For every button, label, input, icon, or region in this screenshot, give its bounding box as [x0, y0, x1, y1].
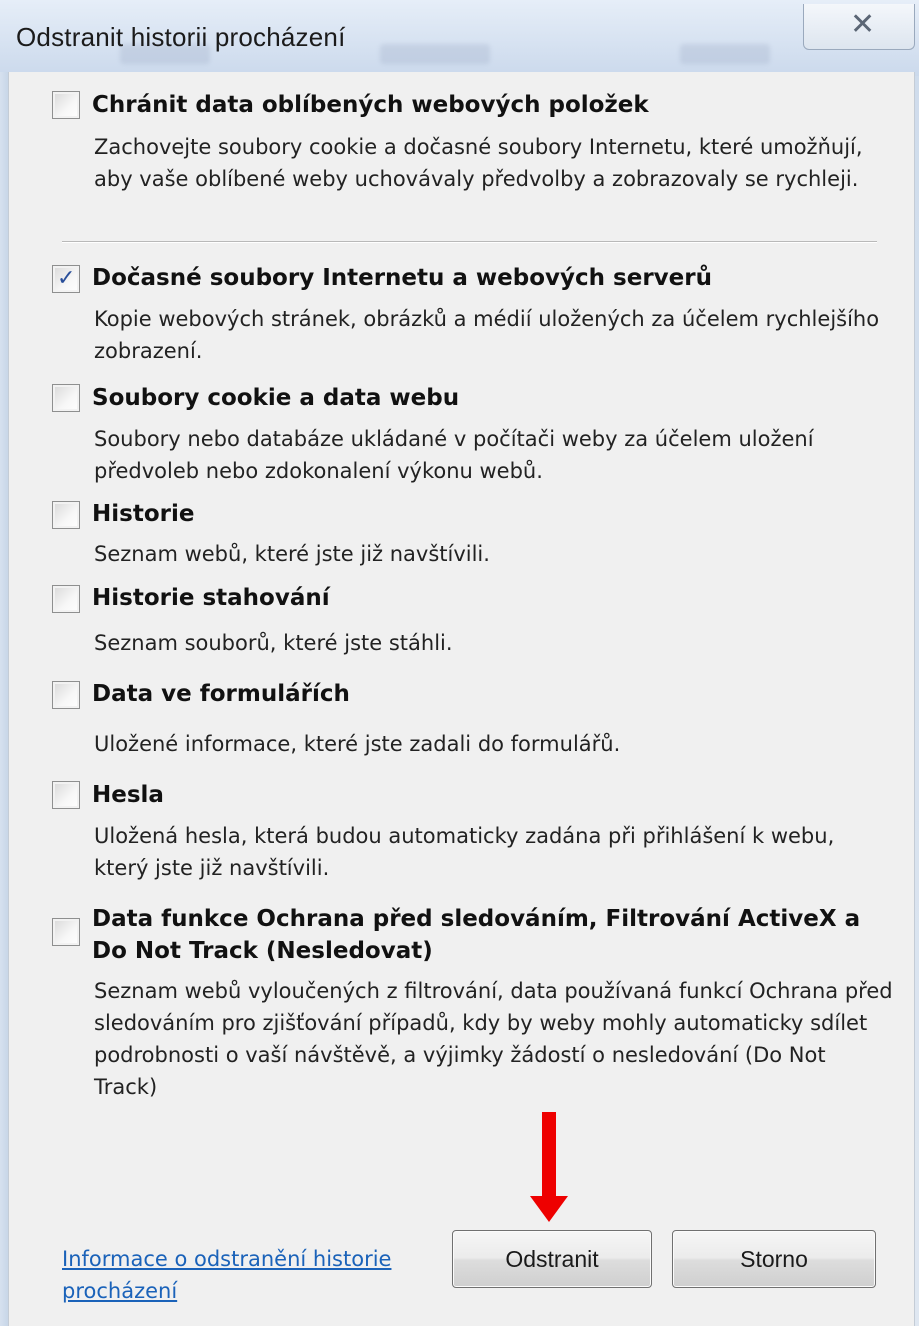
checkbox-history[interactable]: [52, 501, 80, 529]
option-title-temporary-files: Dočasné soubory Internetu a webových ser…: [92, 265, 712, 291]
delete-button[interactable]: Odstranit: [452, 1230, 652, 1288]
checkbox-preserve-favorites[interactable]: [52, 91, 80, 119]
option-title-cookies: Soubory cookie a data webu: [92, 385, 460, 411]
option-title-passwords: Hesla: [92, 782, 164, 808]
checkbox-form-data[interactable]: [52, 681, 80, 709]
checkbox-download-history[interactable]: [52, 585, 80, 613]
checkbox-passwords[interactable]: [52, 781, 80, 809]
option-desc-form-data: Uložené informace, které jste zadali do …: [94, 732, 621, 756]
option-title-tracking-protection: Data funkce Ochrana před sledováním, Fil…: [92, 906, 861, 964]
option-desc-download-history: Seznam souborů, které jste stáhli.: [94, 631, 453, 655]
delete-browsing-history-dialog: Odstranit historii procházení ✕ Chránit …: [0, 0, 919, 1326]
separator: [62, 241, 877, 243]
window-frame: [0, 72, 8, 1326]
option-desc-cookies: Soubory nebo databáze ukládané v počítač…: [94, 427, 814, 483]
help-link[interactable]: Informace o odstranění historie procháze…: [62, 1243, 442, 1307]
checkbox-temporary-files[interactable]: ✓: [52, 265, 80, 293]
option-title-download-history: Historie stahování: [92, 585, 330, 611]
checkbox-cookies[interactable]: [52, 384, 80, 412]
checkbox-tracking-protection[interactable]: [52, 918, 80, 946]
check-icon: ✓: [57, 266, 76, 291]
title-bar: Odstranit historii procházení: [0, 0, 919, 76]
cancel-button[interactable]: Storno: [672, 1230, 876, 1288]
red-arrow-shaft: [542, 1112, 556, 1198]
option-title-preserve-favorites: Chránit data oblíbených webových položek: [92, 92, 649, 118]
option-title-history: Historie: [92, 501, 195, 527]
close-icon: ✕: [850, 7, 876, 42]
option-desc-temporary-files: Kopie webových stránek, obrázků a médií …: [94, 307, 880, 363]
option-desc-preserve-favorites: Zachovejte soubory cookie a dočasné soub…: [94, 135, 863, 191]
option-desc-history: Seznam webů, které jste již navštívili.: [94, 542, 490, 566]
window-title: Odstranit historii procházení: [16, 22, 346, 52]
option-desc-passwords: Uložená hesla, která budou automaticky z…: [94, 824, 835, 880]
red-down-arrow-icon: [530, 1196, 568, 1222]
close-button[interactable]: ✕: [803, 4, 915, 50]
option-desc-tracking-protection: Seznam webů vyloučených z filtrování, da…: [94, 979, 893, 1099]
option-title-form-data: Data ve formulářích: [92, 681, 350, 707]
